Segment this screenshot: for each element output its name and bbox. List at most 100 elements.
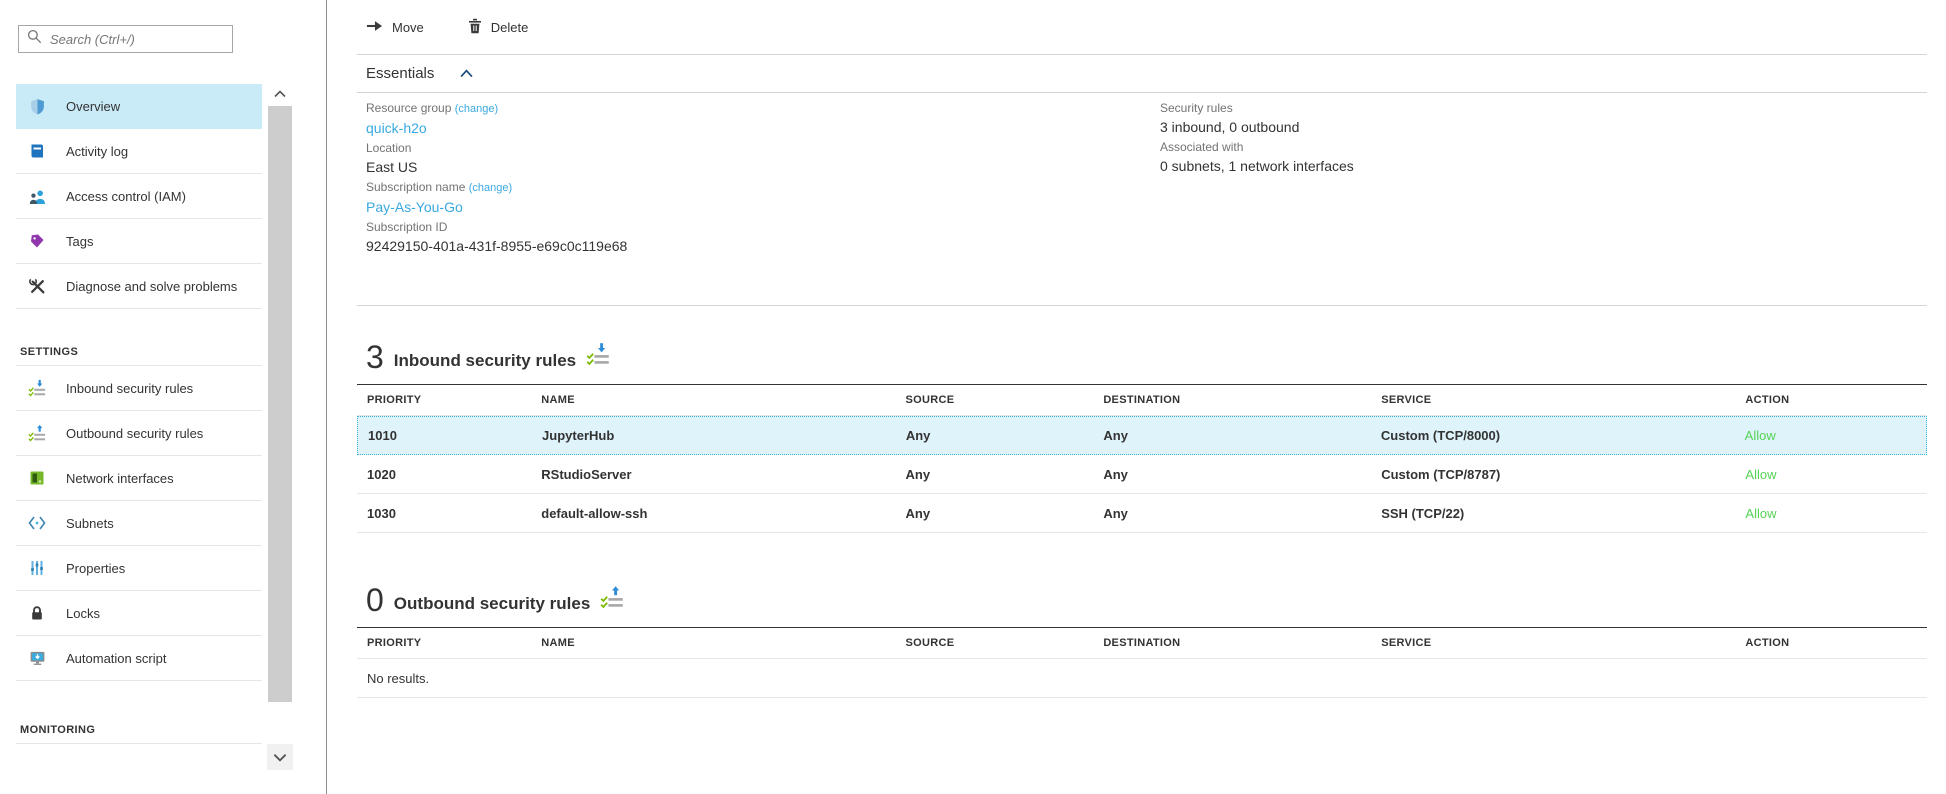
sidebar-item-diagnose[interactable]: Diagnose and solve problems [16,264,262,309]
column-header-service: SERVICE [1371,637,1735,649]
inbound-rules-heading: 3 Inbound security rules [357,342,1927,372]
sidebar-item-label: Access control (IAM) [66,189,186,204]
sidebar-item-locks[interactable]: Locks [16,591,262,636]
inbound-rules-table: PRIORITY NAME SOURCE DESTINATION SERVICE… [357,384,1927,533]
essentials-collapse-chevron-icon[interactable] [460,69,473,78]
cell-destination: Any [1093,506,1371,521]
cell-action: Allow [1735,467,1927,482]
column-header-action: ACTION [1735,394,1927,406]
inbound-rules-icon [586,342,610,371]
access-control-icon [28,187,46,205]
table-row-jupyterhub[interactable]: 1010 JupyterHub Any Any Custom (TCP/8000… [357,416,1927,455]
cell-priority: 1020 [357,467,531,482]
sidebar-item-activity-log[interactable]: Activity log [16,129,262,174]
column-header-priority: PRIORITY [357,394,531,406]
field-subscription-name: Subscription name (change) Pay-As-You-Go [366,179,1160,217]
column-header-source: SOURCE [896,394,1094,406]
cell-destination: Any [1093,428,1371,443]
outbound-rules-icon [600,585,624,614]
sidebar-item-label: Network interfaces [66,471,174,486]
outbound-rules-count: 0 [366,585,384,615]
outbound-rules-icon [28,424,46,442]
resource-menu-sidebar: Overview Activity log Access control (IA… [0,0,327,794]
sidebar-search-box[interactable] [18,25,233,53]
column-header-name: NAME [531,637,895,649]
sidebar-menu: Overview Activity log Access control (IA… [16,84,262,744]
network-interface-icon [28,469,46,487]
security-rules-value: 3 inbound, 0 outbound [1160,117,1927,137]
lock-icon [28,604,46,622]
cell-priority: 1010 [358,428,532,443]
sidebar-item-label: Subnets [66,516,114,531]
move-arrow-icon [366,20,383,35]
sidebar-item-label: Outbound security rules [66,426,203,441]
table-row-rstudioserver[interactable]: 1020 RStudioServer Any Any Custom (TCP/8… [357,455,1927,494]
outbound-rules-title: Outbound security rules [394,592,590,615]
sidebar-scrollbar[interactable] [267,84,293,770]
column-header-destination: DESTINATION [1093,637,1371,649]
field-label-text: Subscription name [366,180,465,194]
field-location: Location East US [366,140,1160,177]
essentials-title: Essentials [366,65,434,82]
cell-destination: Any [1093,467,1371,482]
overview-blade: Move Delete Essentials Resource group (c [328,0,1946,794]
scrollbar-up-arrow-icon[interactable] [267,84,293,104]
move-button[interactable]: Move [366,20,424,35]
search-icon [27,29,42,49]
sidebar-item-properties[interactable]: Properties [16,546,262,591]
resource-group-link[interactable]: quick-h2o [366,118,1160,138]
field-label: Location [366,140,1160,157]
sidebar-item-subnets[interactable]: Subnets [16,501,262,546]
sidebar-item-label: Properties [66,561,125,576]
command-bar: Move Delete [357,0,1927,55]
field-associated-with: Associated with 0 subnets, 1 network int… [1160,139,1927,176]
sidebar-section-settings: SETTINGS [16,339,262,366]
trash-icon [468,18,482,37]
sidebar-section-monitoring: MONITORING [16,717,262,744]
subnets-icon [28,514,46,532]
inbound-rules-title: Inbound security rules [394,349,576,372]
cell-service: Custom (TCP/8787) [1371,467,1735,482]
cell-action: Allow [1735,506,1927,521]
field-resource-group: Resource group (change) quick-h2o [366,100,1160,138]
scrollbar-down-arrow-icon[interactable] [267,744,293,770]
table-row-default-allow-ssh[interactable]: 1030 default-allow-ssh Any Any SSH (TCP/… [357,494,1927,533]
column-header-source: SOURCE [896,637,1094,649]
cell-source: Any [896,428,1094,443]
subscription-change-link[interactable]: (change) [469,182,512,194]
field-subscription-id: Subscription ID 92429150-401a-431f-8955-… [366,219,1160,256]
subscription-name-link[interactable]: Pay-As-You-Go [366,197,1160,217]
cell-source: Any [896,506,1094,521]
associated-with-value: 0 subnets, 1 network interfaces [1160,156,1927,176]
inbound-table-header: PRIORITY NAME SOURCE DESTINATION SERVICE… [357,385,1927,416]
sidebar-item-outbound-rules[interactable]: Outbound security rules [16,411,262,456]
cell-source: Any [896,467,1094,482]
column-header-service: SERVICE [1371,394,1735,406]
sidebar-item-label: Diagnose and solve problems [66,279,237,294]
field-label: Resource group (change) [366,100,1160,118]
shield-icon [28,97,46,115]
resource-group-change-link[interactable]: (change) [455,103,498,115]
sidebar-item-inbound-rules[interactable]: Inbound security rules [16,366,262,411]
sidebar-item-automation-script[interactable]: Automation script [16,636,262,681]
inbound-rules-count: 3 [366,342,384,372]
cell-service: Custom (TCP/8000) [1371,428,1735,443]
sidebar-item-overview[interactable]: Overview [16,84,262,129]
sidebar-item-network-interfaces[interactable]: Network interfaces [16,456,262,501]
search-input[interactable] [50,32,226,47]
outbound-table-header: PRIORITY NAME SOURCE DESTINATION SERVICE… [357,628,1927,659]
sidebar-item-access-control[interactable]: Access control (IAM) [16,174,262,219]
location-value: East US [366,157,1160,177]
cell-name: default-allow-ssh [531,506,895,521]
inbound-rules-section: 3 Inbound security rules PRIORITY NAME S… [357,342,1927,533]
delete-button[interactable]: Delete [468,18,529,37]
sidebar-item-label: Locks [66,606,100,621]
column-header-priority: PRIORITY [357,637,531,649]
cell-action: Allow [1735,428,1926,443]
field-label: Associated with [1160,139,1927,156]
outbound-rules-table: PRIORITY NAME SOURCE DESTINATION SERVICE… [357,627,1927,698]
sidebar-item-tags[interactable]: Tags [16,219,262,264]
scrollbar-thumb[interactable] [268,106,292,702]
automation-script-icon [28,649,46,667]
column-header-destination: DESTINATION [1093,394,1371,406]
